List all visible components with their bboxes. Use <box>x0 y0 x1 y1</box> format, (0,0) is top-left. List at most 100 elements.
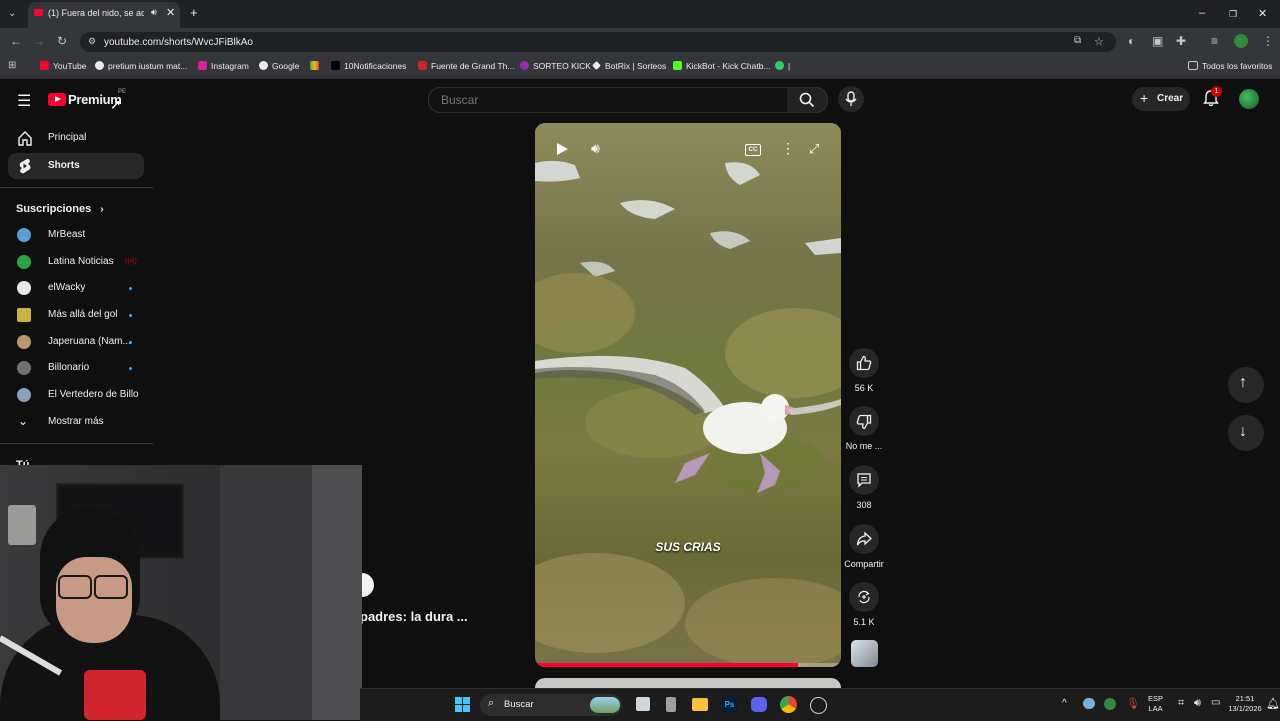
sidebar-sub-latina-noticias[interactable]: Latina Noticias ((•)) <box>8 249 144 275</box>
show-hidden-icons-icon[interactable]: ^ <box>1062 698 1067 709</box>
menu-kebab-icon[interactable]: ⋮ <box>1262 34 1274 48</box>
bookmark-botrix[interactable]: BotRix | Sorteos <box>592 61 666 71</box>
new-tab-icon[interactable]: + <box>190 5 198 20</box>
remix-button[interactable] <box>849 582 879 612</box>
windows-start-icon[interactable] <box>455 697 471 713</box>
bookmark-gta[interactable]: Fuente de Grand Th... <box>418 61 514 71</box>
sidebar-item-principal[interactable]: Principal <box>8 125 144 151</box>
tab-list-icon[interactable]: ⌄ <box>8 8 16 19</box>
volume-icon[interactable]: 🔊︎ <box>591 140 600 157</box>
bookmark-google[interactable]: Google <box>259 61 299 71</box>
bookmark-pretium[interactable]: pretium iustum mat... <box>95 61 187 71</box>
restore-icon[interactable]: ❐ <box>1229 9 1237 20</box>
bookmark-star-icon[interactable]: ☆ <box>1094 35 1104 48</box>
address-bar[interactable]: ⚙ youtube.com/shorts/WvcJFiBlkAo ⧉ ☆ <box>80 32 1116 52</box>
avatar <box>17 335 31 349</box>
sidebar-sub-japeruana[interactable]: Japeruana (Nam... <box>8 329 144 355</box>
forward-icon[interactable]: → <box>33 34 45 48</box>
search-button[interactable] <box>787 87 828 113</box>
sidebar-sub-billonario[interactable]: Billonario <box>8 355 144 381</box>
voice-search-button[interactable] <box>838 86 864 112</box>
hamburger-menu-icon[interactable]: ☰ <box>17 91 31 111</box>
site-info-icon[interactable]: ⚙ <box>88 36 96 47</box>
comments-button[interactable] <box>849 465 879 495</box>
sidebar-item-label: Mostrar más <box>48 416 104 427</box>
sidebar-sub-mas-alla-del-gol[interactable]: Más allá del gol <box>8 302 144 328</box>
like-button[interactable] <box>849 348 879 378</box>
extensions-puzzle-icon[interactable]: ✚ <box>1176 34 1186 48</box>
speaker-icon[interactable]: 🔊︎ <box>151 7 157 18</box>
share-button[interactable] <box>849 524 879 554</box>
comment-count: 308 <box>856 500 872 510</box>
chevron-down-icon: ⌄ <box>18 414 29 428</box>
bookmark-x[interactable]: 10Notificaciones <box>331 61 406 71</box>
sound-thumbnail[interactable] <box>851 640 878 667</box>
close-window-icon[interactable]: ✕ <box>1258 7 1267 20</box>
extension-2-icon[interactable]: ▣ <box>1152 34 1163 48</box>
progress-track[interactable] <box>535 663 841 667</box>
onedrive-icon[interactable] <box>1083 698 1095 709</box>
sidebar-show-more[interactable]: ⌄ Mostrar más <box>8 409 144 435</box>
search-input[interactable] <box>439 92 773 108</box>
notifications-button[interactable]: 1 <box>1203 86 1222 107</box>
close-tab-icon[interactable]: ✕ <box>166 6 175 19</box>
chrome-icon[interactable] <box>780 696 797 713</box>
youtube-logo-icon[interactable] <box>48 93 66 106</box>
sidebar-sub-el-vertedero[interactable]: El Vertedero de Billo <box>8 382 144 408</box>
sidebar-item-label: Más allá del gol <box>48 309 118 320</box>
battery-icon[interactable]: ▭ <box>1211 697 1220 708</box>
file-explorer-icon[interactable] <box>692 698 708 711</box>
bookmark-whatsapp[interactable]: | <box>775 61 790 71</box>
sidebar-sub-mrbeast[interactable]: MrBeast <box>8 222 144 248</box>
back-icon[interactable]: ← <box>10 34 22 48</box>
media-control-icon[interactable]: ≡ <box>1211 34 1218 48</box>
tray-app-icon[interactable] <box>1104 698 1116 710</box>
language-indicator[interactable]: ESP LAA <box>1148 694 1163 714</box>
youtube-bookmark-icon <box>40 61 49 70</box>
glasses-left-shape <box>58 575 92 599</box>
sidebar-sub-elwacky[interactable]: elWacky <box>8 275 144 301</box>
profile-avatar[interactable] <box>1234 34 1248 48</box>
next-short-button[interactable]: ↓ <box>1228 415 1264 451</box>
fullscreen-icon[interactable]: ⤢ <box>809 141 819 157</box>
create-button[interactable]: + Crear <box>1132 87 1190 111</box>
bookmark-instagram[interactable]: Instagram <box>198 61 249 71</box>
app-icon[interactable] <box>810 697 827 714</box>
more-options-icon[interactable]: ⋮ <box>781 140 795 157</box>
sidebar-item-shorts[interactable]: Shorts <box>8 153 144 179</box>
network-icon[interactable]: ⌗ <box>1178 697 1184 710</box>
short-video-player[interactable]: 🔊︎ CC ⋮ ⤢ SUS CRIAS <box>535 123 841 667</box>
install-icon[interactable]: ⧉ <box>1074 35 1081 46</box>
mic-tray-icon[interactable]: 🎙︎ <box>1126 697 1140 710</box>
apps-grid-icon[interactable]: ⊞ <box>8 60 16 71</box>
taskbar-search[interactable]: ⌕ Buscar <box>480 694 622 716</box>
notification-center-icon[interactable]: 🔔︎ <box>1266 697 1280 710</box>
bookmark-youtube[interactable]: YouTube <box>40 61 86 71</box>
shorts-icon <box>19 159 31 174</box>
subscriptions-heading[interactable]: Suscripciones › <box>16 203 104 215</box>
all-bookmarks[interactable]: Todos los favoritos <box>1188 61 1272 71</box>
discord-icon[interactable] <box>751 697 767 712</box>
account-avatar[interactable] <box>1239 89 1259 109</box>
new-content-dot <box>129 287 132 290</box>
dislike-button[interactable] <box>849 406 879 436</box>
extension-icon[interactable]: ◐ <box>1128 34 1135 48</box>
previous-short-button[interactable]: ↑ <box>1228 367 1264 403</box>
bookmark-kickbot[interactable]: KickBot - Kick Chatb... <box>673 61 771 71</box>
photoshop-icon[interactable]: Ps <box>722 697 737 712</box>
task-view-icon[interactable] <box>636 697 650 711</box>
play-icon[interactable] <box>557 143 568 155</box>
clock[interactable]: 21:51 13/1/2026 <box>1224 694 1266 714</box>
search-highlight-image <box>590 697 620 713</box>
new-content-dot <box>129 341 132 344</box>
captions-icon[interactable]: CC <box>745 144 761 156</box>
short-title[interactable]: padres: la dura ... <box>360 609 468 624</box>
bookmark-colorful[interactable] <box>310 61 323 71</box>
search-box[interactable] <box>428 87 788 113</box>
bookmark-sorteo-kick[interactable]: SORTEO KICK <box>520 61 591 71</box>
minimize-icon[interactable]: – <box>1199 7 1205 19</box>
share-icon <box>856 531 872 546</box>
volume-tray-icon[interactable]: 🔊︎ <box>1194 697 1201 710</box>
reload-icon[interactable]: ↻ <box>57 34 67 48</box>
app-icon[interactable] <box>666 697 676 712</box>
